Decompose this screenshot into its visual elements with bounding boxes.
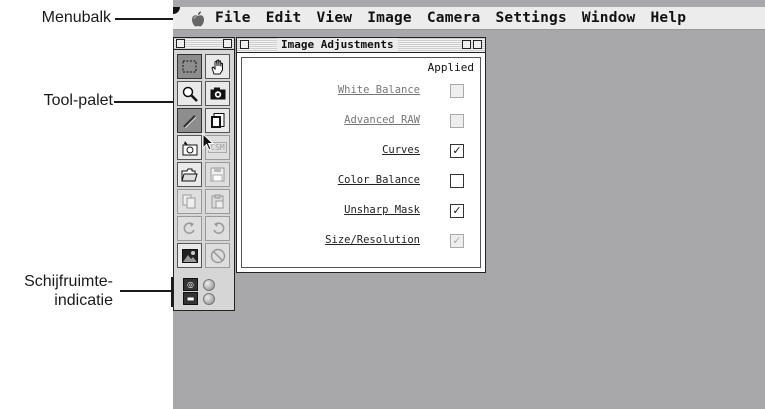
tool-palette-callout: Tool-palet — [43, 92, 113, 109]
menu-window[interactable]: Window — [582, 10, 636, 26]
white-balance-link[interactable]: White Balance — [338, 84, 420, 96]
color-balance-link[interactable]: Color Balance — [338, 174, 420, 186]
copy-icon[interactable] — [177, 189, 202, 214]
color-balance-checkbox[interactable] — [450, 174, 464, 188]
apple-icon[interactable] — [191, 11, 205, 26]
menu-view[interactable]: View — [316, 10, 352, 26]
menu-image[interactable]: Image — [367, 10, 412, 26]
marquee-select-icon[interactable] — [177, 54, 202, 79]
menu-edit[interactable]: Edit — [266, 10, 302, 26]
close-box-icon[interactable] — [240, 40, 249, 49]
advanced-raw-link[interactable]: Advanced RAW — [344, 114, 420, 126]
list-item: Unsharp Mask ✓ — [242, 202, 480, 222]
camera-card-icon: ◎ — [183, 278, 198, 291]
collapse-box-icon[interactable] — [223, 39, 232, 48]
unsharp-mask-link[interactable]: Unsharp Mask — [344, 204, 420, 216]
tool-palette: CSM ◎ ▬ — [173, 37, 235, 311]
list-item: Color Balance — [242, 172, 480, 192]
tool-palette-callout-line — [114, 101, 180, 103]
save-disk-icon[interactable] — [205, 162, 230, 187]
disk-space-dot-icon — [203, 292, 215, 305]
adjustments-panel: Applied White Balance Advanced RAW Curve… — [241, 57, 481, 268]
rotate-left-icon[interactable] — [205, 216, 230, 241]
list-item: Advanced RAW — [242, 112, 480, 132]
unsharp-mask-checkbox[interactable]: ✓ — [450, 204, 464, 218]
menubar-callout: Menubalk — [41, 9, 111, 26]
camera-icon[interactable] — [205, 81, 230, 106]
tool-grid: CSM — [177, 54, 231, 269]
menubar-corner — [173, 7, 180, 14]
curves-link[interactable]: Curves — [382, 144, 420, 156]
menu-file[interactable]: File — [215, 10, 251, 26]
camera-card-space-indicator: ◎ — [183, 278, 215, 291]
hand-icon[interactable] — [205, 54, 230, 79]
white-balance-checkbox[interactable] — [450, 84, 464, 98]
camera-control-icon[interactable] — [177, 135, 202, 160]
disk-space-callout-line1: Schijfruimte- — [24, 273, 113, 290]
disk-space-callout-line2: indicatie — [54, 292, 113, 309]
image-icon[interactable] — [177, 243, 202, 268]
zoom-box-icon[interactable] — [462, 40, 471, 49]
page-icon[interactable] — [205, 108, 230, 133]
tool-palette-titlebar[interactable] — [174, 38, 234, 50]
prohibit-icon[interactable] — [205, 243, 230, 268]
rotate-right-icon[interactable] — [177, 216, 202, 241]
advanced-raw-checkbox[interactable] — [450, 114, 464, 128]
list-item: White Balance — [242, 82, 480, 102]
magnifier-icon[interactable] — [177, 81, 202, 106]
hard-disk-icon: ▬ — [183, 292, 198, 305]
window-title: Image Adjustments — [277, 38, 398, 52]
card-space-dot-icon — [203, 278, 215, 291]
hard-disk-space-indicator: ▬ — [183, 292, 215, 305]
image-adjustments-titlebar[interactable]: Image Adjustments — [237, 38, 485, 53]
size-resolution-checkbox[interactable]: ✓ — [450, 234, 464, 248]
applied-header: Applied — [427, 61, 474, 74]
menubar: File Edit View Image Camera Settings Win… — [173, 7, 765, 30]
list-item: Curves ✓ — [242, 142, 480, 162]
image-adjustments-window: Image Adjustments Applied White Balance … — [236, 37, 486, 273]
collapse-box-icon[interactable] — [473, 40, 482, 49]
disk-space-callout-line — [120, 290, 171, 292]
open-folder-icon[interactable] — [177, 162, 202, 187]
paste-icon[interactable] — [205, 189, 230, 214]
menu-help[interactable]: Help — [651, 10, 687, 26]
pencil-icon[interactable] — [177, 108, 202, 133]
list-item: Size/Resolution ✓ — [242, 232, 480, 252]
curves-checkbox[interactable]: ✓ — [450, 144, 464, 158]
menu-settings[interactable]: Settings — [495, 10, 566, 26]
menu-camera[interactable]: Camera — [427, 10, 481, 26]
mouse-pointer-icon — [202, 133, 214, 151]
size-resolution-link[interactable]: Size/Resolution — [325, 234, 420, 246]
close-box-icon[interactable] — [176, 39, 185, 48]
